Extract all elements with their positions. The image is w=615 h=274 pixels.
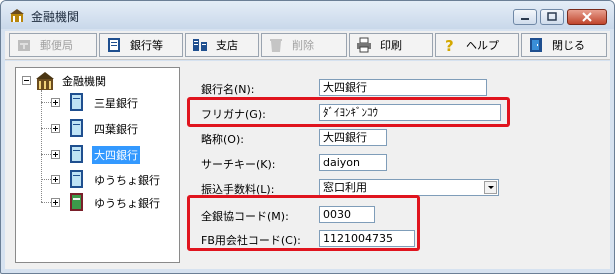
tree-item-label[interactable]: 三星銀行 [92, 94, 140, 112]
bank-book-icon [70, 119, 83, 137]
title-bar: 金融機関 [1, 1, 614, 29]
codes-highlight-box [187, 195, 420, 251]
bank-button-label: 銀行等 [130, 39, 163, 52]
bank-book-icon [70, 93, 83, 111]
bank-name-field[interactable]: 大四銀行 [319, 79, 487, 96]
bank-building-icon [36, 72, 54, 90]
short-name-field[interactable]: 大四銀行 [319, 129, 387, 146]
tree-connector [41, 90, 42, 202]
close-icon [582, 12, 592, 22]
help-button-label: ヘルプ [466, 39, 499, 52]
tree-expand-toggle[interactable] [51, 175, 60, 184]
tree-item-label[interactable]: 四葉銀行 [92, 120, 140, 138]
bank-button[interactable]: 銀行等 [99, 33, 183, 57]
tree-item-label-selected[interactable]: 大四銀行 [92, 146, 140, 164]
tree-expand-toggle[interactable] [51, 98, 60, 107]
search-key-label: サーチキー(K): [201, 158, 276, 171]
bank-book-icon [70, 170, 83, 188]
tree-item-label[interactable]: ゆうちょ銀行 [92, 171, 162, 189]
tree-collapse-toggle[interactable] [22, 76, 31, 85]
tree-connector [41, 179, 51, 180]
delete-icon [270, 39, 282, 52]
tree-connector [41, 102, 51, 103]
window: 金融機関 郵便局 銀行等 支店 削除 印刷 ? ヘルプ 閉じる 金融機関 三星銀… [0, 0, 615, 274]
branch-icon [193, 39, 207, 51]
minimize-icon [521, 18, 529, 20]
bank-book-icon [70, 145, 83, 163]
post-office-button-label: 郵便局 [40, 39, 73, 52]
furigana-highlight-box [187, 97, 510, 127]
fee-select[interactable]: 窓口利用 [319, 179, 499, 196]
branch-button[interactable]: 支店 [185, 33, 259, 57]
institution-tree[interactable]: 金融機関 三星銀行 四葉銀行 大四銀行 ゆうちょ銀行 ゆうちょ銀行 [15, 67, 180, 263]
tree-item-label[interactable]: ゆうちょ銀行 [92, 194, 162, 212]
close-window-button[interactable] [567, 9, 607, 25]
window-title: 金融機関 [31, 10, 80, 24]
tree-connector [41, 202, 51, 203]
delete-button[interactable]: 削除 [261, 33, 347, 57]
search-key-field[interactable]: daiyon [319, 154, 387, 171]
print-button-label: 印刷 [380, 39, 402, 52]
close-button[interactable]: 閉じる [521, 33, 607, 57]
svg-text:?: ? [445, 37, 454, 53]
minimize-button[interactable] [513, 9, 537, 25]
delete-button-label: 削除 [292, 39, 314, 52]
tree-connector [41, 128, 51, 129]
help-icon: ? [445, 37, 454, 53]
print-icon [357, 37, 371, 53]
app-icon [10, 9, 24, 22]
tree-connector [41, 154, 51, 155]
toolbar: 郵便局 銀行等 支店 削除 印刷 ? ヘルプ 閉じる [5, 31, 610, 60]
bank-name-label: 銀行名(N): [201, 83, 255, 96]
short-name-label: 略称(O): [201, 133, 244, 146]
fee-select-value: 窓口利用 [323, 181, 367, 194]
tree-root-label[interactable]: 金融機関 [60, 72, 108, 90]
close-button-label: 閉じる [552, 39, 585, 52]
tree-expand-toggle[interactable] [51, 150, 60, 159]
help-button[interactable]: ? ヘルプ [435, 33, 519, 57]
post-office-icon [18, 40, 30, 51]
tree-expand-toggle[interactable] [51, 198, 60, 207]
maximize-button[interactable] [540, 9, 564, 25]
tree-expand-toggle[interactable] [51, 124, 60, 133]
maximize-icon [547, 12, 557, 21]
close-door-icon [530, 38, 542, 52]
chevron-down-icon[interactable] [484, 181, 497, 194]
post-office-book-icon [70, 193, 83, 211]
print-button[interactable]: 印刷 [349, 33, 433, 57]
post-office-button[interactable]: 郵便局 [9, 33, 97, 57]
branch-button-label: 支店 [216, 39, 238, 52]
bank-book-icon [108, 38, 120, 52]
